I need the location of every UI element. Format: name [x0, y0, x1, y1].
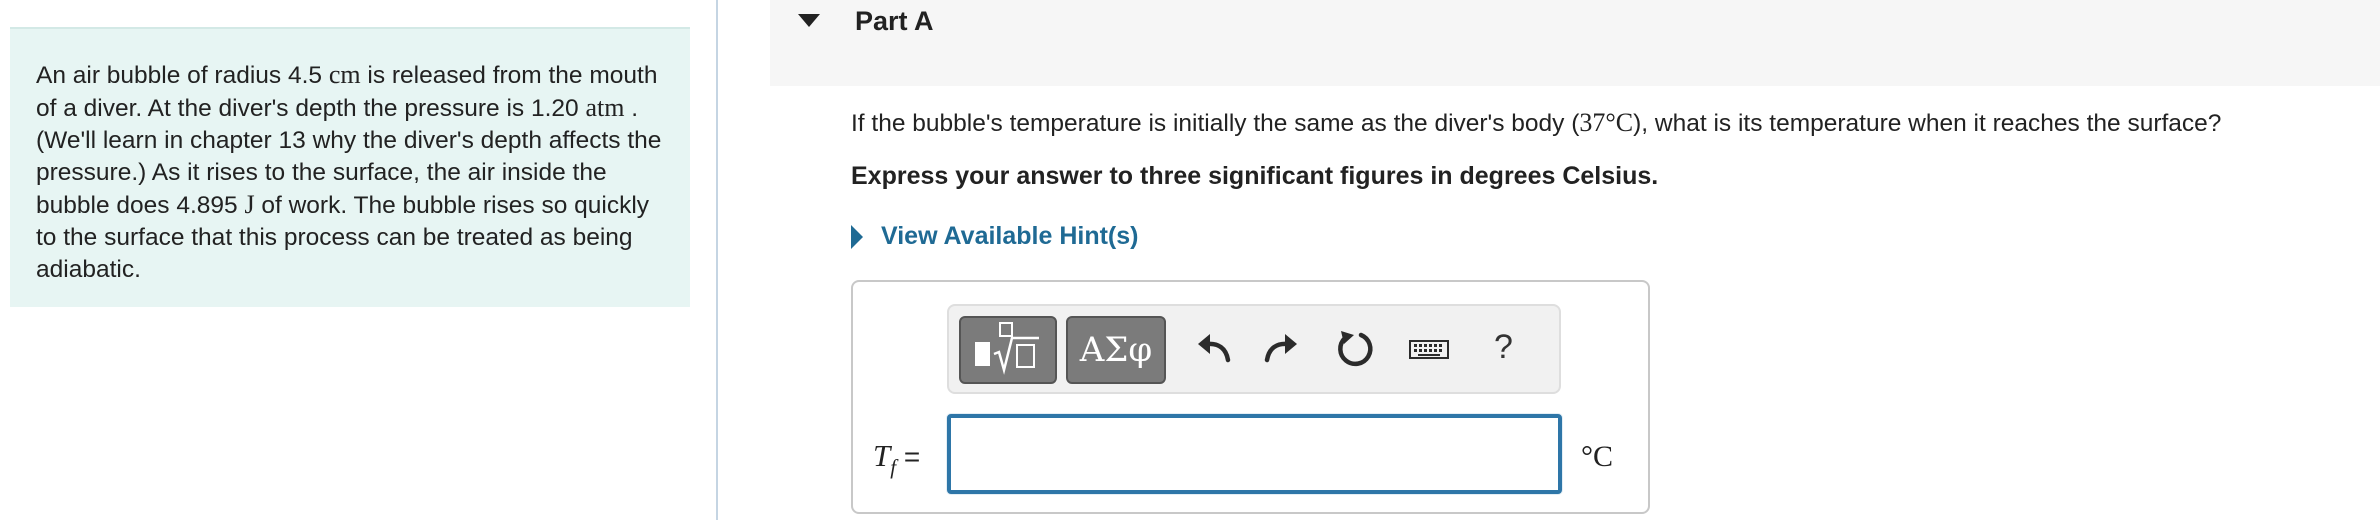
unit-joule: J	[244, 190, 255, 219]
problem-text: An air bubble of radius 4.5 cm is releas…	[36, 59, 664, 286]
equals-sign: =	[896, 441, 921, 472]
answer-input[interactable]	[947, 414, 1562, 494]
problem-text-segment: An air bubble of radius 4.5	[36, 62, 329, 89]
answer-instruction: Express your answer to three significant…	[851, 162, 1659, 190]
undo-icon[interactable]	[1190, 326, 1236, 372]
question-text: If the bubble's temperature is initially…	[851, 108, 2221, 138]
part-header[interactable]: Part A	[770, 0, 2380, 86]
templates-icon	[975, 322, 1039, 375]
part-title: Part A	[855, 6, 934, 36]
question-text-segment: ), what is its temperature when it reach…	[1633, 110, 2222, 137]
view-hints-label[interactable]: View Available Hint(s)	[881, 222, 1138, 251]
problem-statement-panel: An air bubble of radius 4.5 cm is releas…	[10, 27, 690, 307]
greek-symbols-button[interactable]: ΑΣφ	[1066, 316, 1166, 384]
keyboard-icon[interactable]	[1407, 326, 1451, 372]
column-divider	[716, 0, 718, 520]
answer-variable-label: Tf =	[873, 438, 920, 480]
unit-atm: atm	[585, 93, 625, 122]
unit-cm: cm	[328, 60, 361, 89]
answer-unit: °C	[1581, 440, 1614, 473]
answer-box: ΑΣφ ? Tf = °C	[851, 280, 1650, 514]
templates-button[interactable]	[959, 316, 1057, 384]
variable-symbol: T	[873, 438, 891, 473]
reset-icon[interactable]	[1332, 326, 1378, 372]
collapse-triangle-icon[interactable]	[798, 14, 820, 27]
help-icon[interactable]: ?	[1494, 328, 1513, 367]
initial-temperature: 37°C	[1579, 108, 1634, 137]
math-toolbar: ΑΣφ ?	[947, 304, 1561, 394]
caret-right-icon	[851, 224, 863, 249]
view-hints-toggle[interactable]: View Available Hint(s)	[851, 222, 1138, 251]
question-text-segment: If the bubble's temperature is initially…	[851, 110, 1580, 137]
redo-icon[interactable]	[1259, 326, 1305, 372]
